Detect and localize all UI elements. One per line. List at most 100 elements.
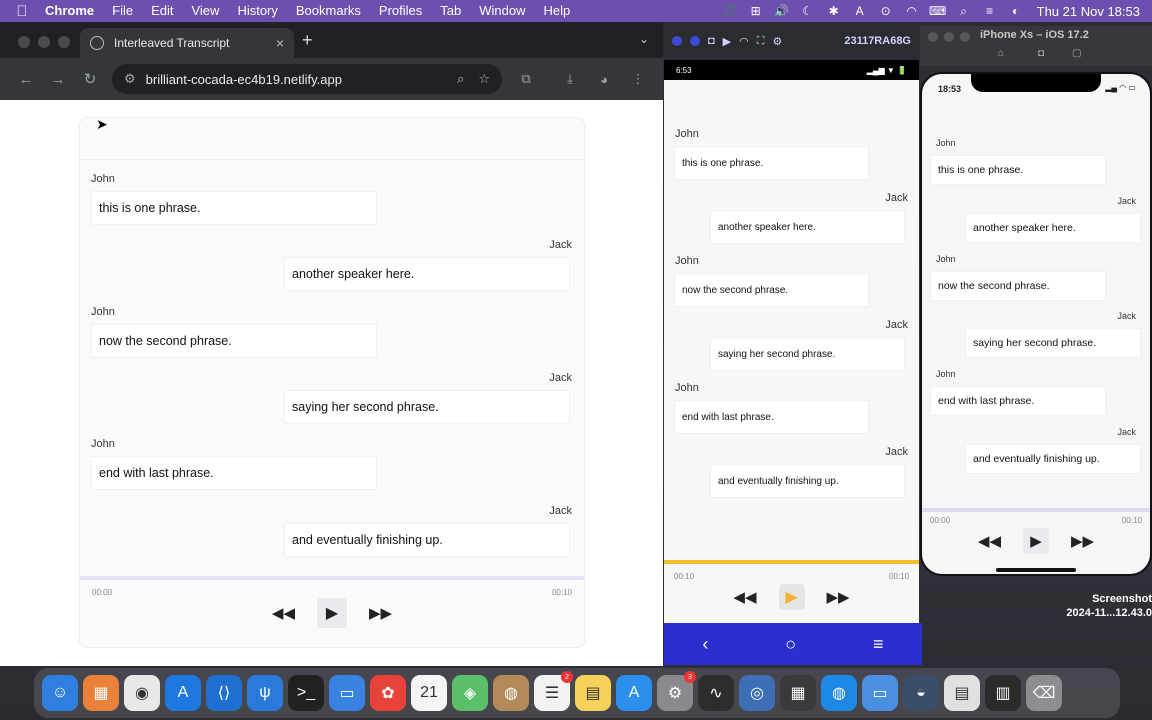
android-back-icon[interactable]: ‹	[702, 634, 708, 655]
audio-progress-bar[interactable]	[80, 576, 584, 580]
fullscreen-icon[interactable]: ⛶	[757, 35, 765, 48]
chrome-icon[interactable]: ◉	[124, 675, 160, 711]
photo-icon[interactable]: ✿	[370, 675, 406, 711]
close-window-button[interactable]	[18, 36, 30, 48]
tab-search-chevron-icon[interactable]: ⌄	[639, 32, 649, 46]
play-button[interactable]: ▶	[1023, 528, 1049, 554]
spotlight-search-icon[interactable]: ⌕	[951, 4, 977, 19]
xcode-icon[interactable]: A	[165, 675, 201, 711]
transcript-phrase[interactable]: and eventually finishing up.	[710, 464, 905, 498]
zoom-lens-icon[interactable]: ⌕	[457, 71, 464, 87]
fast-forward-button[interactable]: ▶▶	[1071, 532, 1094, 550]
menu-file[interactable]: File	[103, 0, 142, 22]
transcript-phrase[interactable]: end with last phrase.	[674, 400, 869, 434]
app-store-icon[interactable]: A	[616, 675, 652, 711]
screenshot-stack-icon[interactable]: ▥	[985, 675, 1021, 711]
menu-edit[interactable]: Edit	[142, 0, 182, 22]
new-tab-button[interactable]: +	[302, 30, 313, 51]
transcript-phrase[interactable]: another speaker here.	[965, 213, 1141, 243]
maps-icon[interactable]: ◈	[452, 675, 488, 711]
user-icon[interactable]: ⊙	[873, 4, 899, 18]
transcript-phrase[interactable]: and eventually finishing up.	[284, 523, 570, 557]
extensions-icon[interactable]: ⧉	[516, 71, 536, 87]
zoom-window-button[interactable]	[58, 36, 70, 48]
play-button[interactable]: ▶	[778, 584, 805, 610]
profile-avatar[interactable]: ◕	[594, 72, 614, 87]
menu-view[interactable]: View	[182, 0, 228, 22]
simulator-close-button[interactable]	[928, 32, 938, 42]
settings-gear-icon[interactable]: ⚙	[772, 35, 782, 48]
home-indicator[interactable]	[996, 568, 1076, 572]
video-icon[interactable]: ▶	[723, 35, 731, 48]
music-status-icon[interactable]: 🎵	[717, 4, 743, 18]
menu-tab[interactable]: Tab	[431, 0, 470, 22]
emulator-close-button[interactable]	[672, 36, 682, 46]
transcript-phrase[interactable]: saying her second phrase.	[710, 337, 905, 371]
download-icon[interactable]: ⤓	[560, 71, 580, 87]
simulator-zoom-button[interactable]	[960, 32, 970, 42]
forward-button[interactable]: →	[42, 71, 74, 88]
fork-icon[interactable]: ψ	[247, 675, 283, 711]
reminders-icon[interactable]: ☰ 2	[534, 671, 573, 711]
input-source-icon[interactable]: A	[847, 4, 873, 18]
keyboard-icon[interactable]: ⌨	[925, 4, 951, 18]
transcript-phrase[interactable]: end with last phrase.	[91, 456, 377, 490]
transcript-phrase[interactable]: another speaker here.	[710, 210, 905, 244]
transcript-phrase[interactable]: this is one phrase.	[930, 155, 1106, 185]
calculator-icon[interactable]: ▦	[780, 675, 816, 711]
menu-history[interactable]: History	[228, 0, 286, 22]
transcript-phrase[interactable]: another speaker here.	[284, 257, 570, 291]
siri-icon[interactable]: ◐	[1003, 4, 1029, 18]
finder-icon[interactable]: ☺	[42, 675, 78, 711]
transcript-phrase[interactable]: saying her second phrase.	[965, 328, 1141, 358]
back-button[interactable]: ←	[10, 71, 42, 88]
menu-app-chrome[interactable]: Chrome	[36, 0, 103, 22]
menu-profiles[interactable]: Profiles	[370, 0, 431, 22]
trash-icon[interactable]: ⌫	[1026, 675, 1062, 711]
reload-button[interactable]: ↻	[74, 70, 106, 88]
home-icon[interactable]: ⌂	[998, 48, 1004, 59]
terminal-icon[interactable]: >_	[288, 675, 324, 711]
menu-help[interactable]: Help	[535, 0, 580, 22]
address-bar[interactable]: ⚙ brilliant-cocada-ec4b19.netlify.app ⌕ …	[112, 64, 502, 94]
transcript-phrase[interactable]: this is one phrase.	[91, 191, 377, 225]
control-center-icon[interactable]: ≡	[977, 4, 1003, 18]
vscode-icon[interactable]: ⟨⟩	[206, 675, 242, 711]
transcript-phrase[interactable]: and eventually finishing up.	[965, 444, 1141, 474]
network-icon[interactable]: ◎	[739, 675, 775, 711]
apple-menu-icon[interactable]: 	[8, 3, 36, 20]
grid-status-icon[interactable]: ⊞	[743, 4, 769, 18]
android-audio-progress[interactable]	[664, 560, 919, 564]
simulator-icon[interactable]: ▭	[329, 675, 365, 711]
simulator-minimize-button[interactable]	[944, 32, 954, 42]
screenshot-icon[interactable]: ◘	[1038, 48, 1044, 59]
rewind-button[interactable]: ◀◀	[733, 588, 756, 606]
tab-interleaved-transcript[interactable]: Interleaved Transcript ×	[80, 28, 294, 58]
more-menu-icon[interactable]: ⋮	[628, 71, 648, 87]
headset-icon[interactable]: ◠	[739, 35, 749, 48]
notes-icon[interactable]: ▤	[575, 675, 611, 711]
transcript-phrase[interactable]: this is one phrase.	[674, 146, 869, 180]
launchpad-icon[interactable]: ▦	[83, 675, 119, 711]
android-menu-icon[interactable]: ≡	[873, 634, 884, 655]
fast-forward-button[interactable]: ▶▶	[369, 604, 392, 622]
desktop-screenshot-file[interactable]: Screenshot 2024-11...12.43.0	[1062, 592, 1152, 620]
ios-audio-progress[interactable]	[922, 508, 1150, 512]
rewind-button[interactable]: ◀◀	[272, 604, 295, 622]
menu-window[interactable]: Window	[470, 0, 534, 22]
transcript-phrase[interactable]: now the second phrase.	[91, 324, 377, 358]
android-studio-icon[interactable]: ◒	[903, 675, 939, 711]
activity-monitor-icon[interactable]: ∿	[698, 675, 734, 711]
android-home-icon[interactable]: ○	[785, 634, 796, 655]
calendar-icon[interactable]: 21	[411, 675, 447, 711]
site-settings-icon[interactable]: ⚙	[124, 71, 136, 87]
transcript-phrase[interactable]: saying her second phrase.	[284, 390, 570, 424]
rotate-icon[interactable]: ▢	[1072, 48, 1081, 59]
camera-icon[interactable]: ◘	[708, 35, 715, 47]
wifi-icon[interactable]: ◠	[899, 4, 925, 18]
rewind-button[interactable]: ◀◀	[978, 532, 1001, 550]
transcript-phrase[interactable]: now the second phrase.	[930, 271, 1106, 301]
play-button[interactable]: ▶	[317, 598, 347, 628]
menu-clock[interactable]: Thu 21 Nov 18:53	[1029, 4, 1144, 19]
focus-moon-icon[interactable]: ☾	[795, 4, 821, 18]
